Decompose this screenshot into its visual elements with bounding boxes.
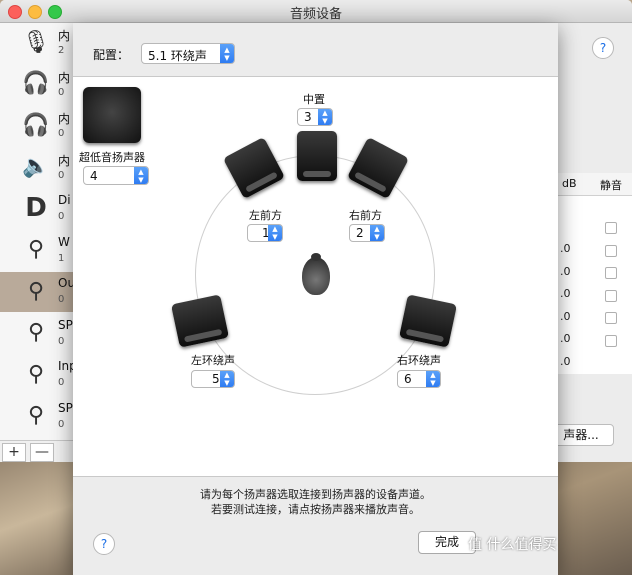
surround-right-channel-popup[interactable]: 6 ▲ ▼ bbox=[397, 370, 441, 388]
displayport-icon: D bbox=[25, 193, 47, 223]
center-channel-value: 3 bbox=[304, 110, 312, 124]
device-channels: 0 bbox=[58, 377, 65, 388]
config-label: 配置： bbox=[93, 48, 130, 62]
speaker-icon: 🔈 bbox=[22, 154, 50, 179]
channel-db-value: .0 bbox=[560, 332, 571, 345]
device-list-item[interactable]: ⚲ Inp 0 bbox=[0, 355, 77, 395]
surround-left-channel-value: 5 bbox=[212, 372, 220, 386]
device-channels: 0 bbox=[58, 169, 65, 181]
device-list: 🎙 内 2 🎧 内 0 🎧 内 0 🔈 内 0 D Di 0 ⚲ W 1 ⚲ Ou 0 ⚲ SP 0 ⚲ Inp 0 ⚲ SP 0 bbox=[0, 23, 77, 440]
subwoofer-channel-popup[interactable]: 4 ▲ ▼ bbox=[83, 166, 149, 185]
popup-arrows-icon: ▲ ▼ bbox=[220, 44, 234, 63]
device-list-footer: + — bbox=[0, 440, 74, 462]
device-channels: 0 bbox=[58, 294, 65, 305]
popup-arrows-icon: ▲ ▼ bbox=[426, 371, 440, 387]
device-list-item[interactable]: 🎧 内 0 bbox=[0, 65, 74, 105]
mute-checkbox[interactable] bbox=[605, 222, 617, 234]
channel-db-value: .0 bbox=[560, 354, 571, 368]
device-name: 内 bbox=[58, 29, 71, 43]
device-list-item[interactable]: ⚲ W 1 bbox=[0, 231, 74, 271]
device-list-item[interactable]: 🔈 内 0 bbox=[0, 148, 74, 188]
config-value: 5.1 环绕声 bbox=[148, 49, 207, 63]
device-channels: 0 bbox=[58, 335, 65, 347]
popup-arrows-icon: ▲ ▼ bbox=[318, 109, 332, 125]
front-left-label: 左前方 bbox=[249, 209, 282, 222]
mute-checkbox[interactable] bbox=[605, 312, 617, 324]
surround-right-label: 右环绕声 bbox=[397, 354, 441, 367]
front-right-label: 右前方 bbox=[349, 209, 382, 222]
device-name: 内 bbox=[58, 112, 71, 126]
add-device-button[interactable]: + bbox=[2, 443, 26, 462]
device-channels: 0 bbox=[58, 86, 65, 98]
usb-icon: ⚲ bbox=[27, 278, 45, 304]
usb-icon: ⚲ bbox=[27, 320, 45, 345]
channel-db-value: .0 bbox=[560, 242, 571, 255]
microphone-icon: 🎙 bbox=[22, 29, 50, 55]
mute-checkbox[interactable] bbox=[605, 267, 617, 279]
config-popup[interactable]: 5.1 环绕声 ▲ ▼ bbox=[141, 43, 235, 64]
window-title: 音频设备 bbox=[289, 7, 342, 22]
device-list-item[interactable]: D Di 0 bbox=[0, 189, 74, 229]
device-name: Di bbox=[58, 193, 71, 207]
device-channels: 1 bbox=[58, 252, 65, 264]
watermark-text: 值 什么值得买 bbox=[468, 537, 557, 553]
channel-db-value: .0 bbox=[560, 287, 571, 300]
instruction-line-1: 请为每个扬声器选取连接到扬声器的设备声道。 bbox=[200, 488, 431, 501]
surround-left-channel-popup[interactable]: 5 ▲ ▼ bbox=[191, 370, 235, 388]
device-channels: 0 bbox=[58, 418, 65, 430]
headphones-icon: 🎧 bbox=[22, 112, 50, 138]
device-list-item[interactable]: ⚲ SP 0 bbox=[0, 314, 74, 354]
device-name: SP bbox=[58, 317, 73, 332]
subwoofer-speaker[interactable] bbox=[83, 87, 141, 143]
listener-head-icon bbox=[302, 253, 330, 295]
surround-right-channel-value: 6 bbox=[404, 372, 412, 386]
column-db: dB bbox=[562, 177, 577, 190]
mute-checkbox[interactable] bbox=[605, 289, 617, 302]
center-speaker[interactable] bbox=[297, 131, 337, 181]
device-list-item[interactable]: ⚲ Ou 0 bbox=[0, 272, 75, 312]
subwoofer-channel-value: 4 bbox=[90, 169, 98, 183]
headphones-icon: 🎧 bbox=[22, 71, 50, 96]
volume-table-header: dB 静音 bbox=[556, 173, 632, 196]
popup-arrows-icon: ▲ ▼ bbox=[268, 225, 282, 241]
remove-device-button[interactable]: — bbox=[30, 443, 54, 462]
title-bar: 音频设备 bbox=[0, 0, 632, 23]
subwoofer-label: 超低音扬声器 bbox=[79, 151, 145, 164]
device-list-item[interactable]: 🎧 内 0 bbox=[0, 106, 74, 146]
device-name: 内 bbox=[58, 153, 71, 168]
mute-checkbox[interactable] bbox=[605, 334, 617, 347]
device-channels: 2 bbox=[58, 45, 65, 56]
channel-db-value: .0 bbox=[560, 264, 571, 278]
column-mute: 静音 bbox=[600, 179, 622, 192]
popup-arrows-icon: ▲ ▼ bbox=[220, 371, 234, 387]
device-name: 内 bbox=[58, 70, 71, 85]
surround-left-label: 左环绕声 bbox=[191, 354, 235, 367]
speaker-layout-canvas: 超低音扬声器 4 ▲ ▼ 中置 3 ▲ ▼ 左前方 1 ▲ ▼ 右前方 2 ▲ ▼ 左环… bbox=[73, 76, 558, 477]
instruction-line-2: 若要测试连接，请点按扬声器来播放声音。 bbox=[211, 503, 420, 516]
usb-icon: ⚲ bbox=[27, 361, 45, 387]
device-list-item[interactable]: 🎙 内 2 bbox=[0, 23, 74, 63]
device-name: SP bbox=[58, 400, 73, 415]
front-right-channel-value: 2 bbox=[356, 226, 364, 240]
usb-icon: ⚲ bbox=[27, 237, 45, 262]
front-left-channel-popup[interactable]: 1 ▲ ▼ bbox=[247, 224, 283, 242]
help-button[interactable]: ? bbox=[592, 37, 614, 59]
device-name: W bbox=[58, 234, 70, 249]
center-label: 中置 bbox=[303, 93, 325, 106]
mute-checkbox[interactable] bbox=[605, 244, 617, 257]
device-list-item[interactable]: ⚲ SP 0 bbox=[0, 397, 74, 437]
center-channel-popup[interactable]: 3 ▲ ▼ bbox=[297, 108, 333, 126]
front-right-channel-popup[interactable]: 2 ▲ ▼ bbox=[349, 224, 385, 242]
popup-arrows-icon: ▲ ▼ bbox=[370, 225, 384, 241]
popup-arrows-icon: ▲ ▼ bbox=[134, 167, 148, 184]
device-channels: 0 bbox=[58, 128, 65, 139]
device-channels: 0 bbox=[58, 211, 65, 222]
channel-db-value: .0 bbox=[560, 309, 571, 323]
usb-icon: ⚲ bbox=[27, 403, 45, 428]
sheet-help-button[interactable]: ? bbox=[93, 533, 115, 555]
speaker-config-sheet: 配置： 5.1 环绕声 ▲ ▼ 超低音扬声器 4 ▲ ▼ 中置 3 ▲ ▼ 左前方 1… bbox=[73, 23, 558, 575]
